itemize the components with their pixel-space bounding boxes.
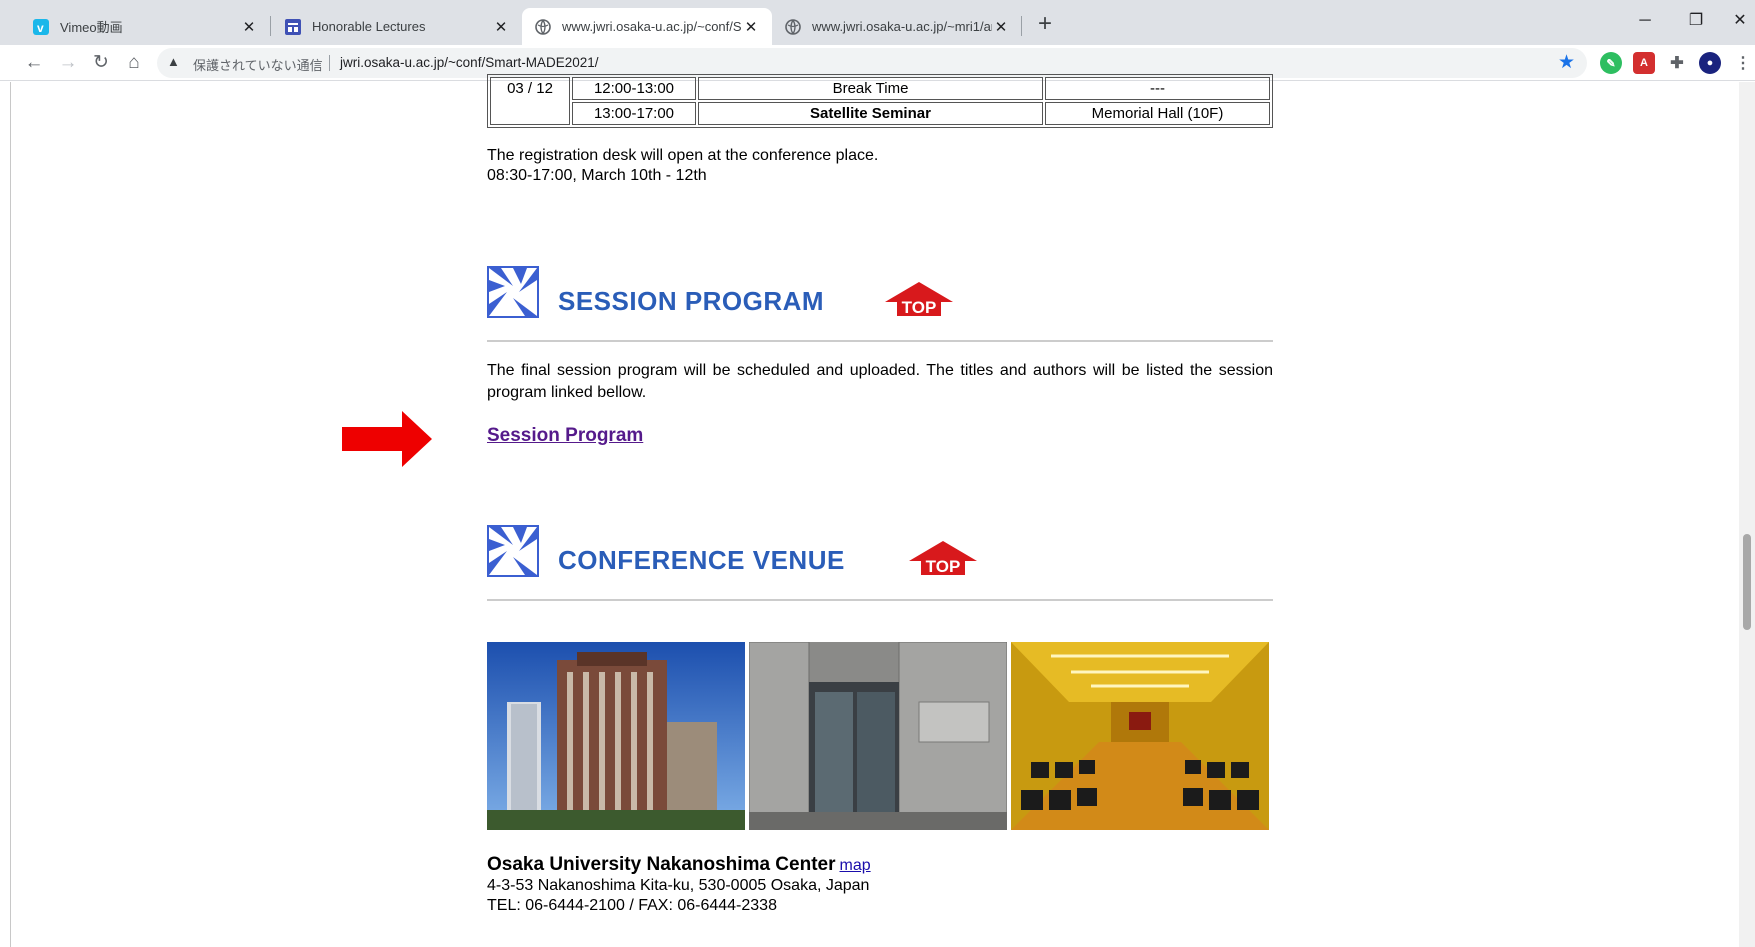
back-button[interactable]: ←	[20, 49, 48, 77]
place-cell: ---	[1045, 77, 1270, 100]
home-button[interactable]: ⌂	[120, 49, 148, 77]
place-cell: Memorial Hall (10F)	[1045, 102, 1270, 125]
top-button[interactable]: TOP	[883, 280, 955, 320]
svg-text:v: v	[37, 21, 44, 35]
building-photo	[487, 642, 745, 830]
window-edge	[10, 82, 11, 947]
scrollbar[interactable]	[1739, 82, 1755, 947]
restore-button[interactable]: ❐	[1673, 6, 1719, 36]
reload-button[interactable]: ↻	[87, 49, 115, 77]
registration-hours: 08:30-17:00, March 10th - 12th	[487, 167, 707, 184]
phone-line: TEL: 06-6444-2100 / FAX: 06-6444-2338	[487, 897, 777, 914]
venue-address: 4-3-53 Nakanoshima Kita-ku, 530-0005 Osa…	[487, 876, 869, 916]
url-text[interactable]: jwri.osaka-u.ac.jp/~conf/Smart-MADE2021/	[340, 55, 598, 70]
close-icon[interactable]: ✕	[492, 18, 510, 36]
table-row: 13:00-17:00 Satellite Seminar Memorial H…	[490, 102, 1270, 125]
conference-venue-header: CONFERENCE VENUE TOP	[487, 525, 1273, 601]
evernote-icon[interactable]: ✎	[1600, 52, 1622, 74]
time-cell: 13:00-17:00	[572, 102, 696, 125]
entrance-photo	[749, 642, 1007, 830]
session-program-text: The final session program will be schedu…	[487, 362, 1273, 401]
extensions-puzzle-icon[interactable]: ✚	[1666, 52, 1688, 74]
warning-icon[interactable]: ▲	[167, 54, 180, 69]
map-link[interactable]: map	[840, 857, 871, 874]
tab-smart-made[interactable]: www.jwri.osaka-u.ac.jp/~conf/Sm ✕	[522, 8, 772, 45]
tab-mri1[interactable]: www.jwri.osaka-u.ac.jp/~mri1/an ✕	[772, 8, 1022, 45]
registration-line: The registration desk will open at the c…	[487, 147, 879, 164]
omnibox-divider	[329, 55, 330, 71]
minimize-button[interactable]: ─	[1622, 6, 1668, 36]
globe-icon	[784, 18, 802, 36]
venue-photos	[487, 642, 1273, 832]
menu-icon[interactable]: ⋮	[1732, 52, 1754, 74]
bookmark-star-icon[interactable]: ★	[1558, 51, 1575, 74]
pdf-icon[interactable]: A	[1633, 52, 1655, 74]
vimeo-icon: v	[32, 18, 50, 36]
page-viewport: 03 / 12 12:00-13:00 Break Time --- 13:00…	[0, 74, 1755, 947]
top-label: TOP	[926, 557, 961, 576]
tab-vimeo[interactable]: v Vimeo動画 ✕	[20, 8, 270, 45]
red-arrow-annotation	[342, 411, 432, 467]
profile-avatar[interactable]: ●	[1699, 52, 1721, 74]
close-icon[interactable]: ✕	[992, 18, 1010, 36]
tab-title: Vimeo動画	[60, 20, 123, 35]
event-cell: Satellite Seminar	[698, 102, 1043, 125]
table-row: 03 / 12 12:00-13:00 Break Time ---	[490, 77, 1270, 125]
new-tab-button[interactable]: +	[1032, 10, 1058, 40]
globe-icon	[534, 18, 552, 36]
tab-title: Honorable Lectures	[312, 19, 426, 34]
tab-separator	[1021, 16, 1022, 36]
schedule-table: 03 / 12 12:00-13:00 Break Time --- 13:00…	[487, 74, 1273, 128]
venue-title: Osaka University Nakanoshima Center	[487, 854, 836, 875]
top-button[interactable]: TOP	[907, 539, 979, 579]
tab-honorable-lectures[interactable]: Honorable Lectures ✕	[272, 8, 522, 45]
address-line: 4-3-53 Nakanoshima Kita-ku, 530-0005 Osa…	[487, 877, 870, 894]
close-icon[interactable]: ✕	[240, 18, 258, 36]
scrollbar-thumb[interactable]	[1743, 534, 1751, 630]
page-icon	[284, 18, 302, 36]
top-label: TOP	[902, 298, 937, 317]
registration-info: The registration desk will open at the c…	[487, 146, 878, 186]
security-label[interactable]: 保護されていない通信	[193, 55, 323, 74]
tab-title: www.jwri.osaka-u.ac.jp/~mri1/an	[812, 19, 992, 34]
memorial-hall-photo	[1011, 642, 1269, 830]
tab-separator	[270, 16, 271, 36]
venue-name: Osaka University Nakanoshima Center map	[487, 854, 871, 876]
close-icon[interactable]: ✕	[742, 18, 760, 36]
close-window-button[interactable]: ✕	[1717, 6, 1755, 36]
session-program-header: SESSION PROGRAM TOP	[487, 266, 1273, 342]
section-title: CONFERENCE VENUE	[558, 545, 845, 575]
section-logo-icon	[487, 266, 539, 318]
tab-title: www.jwri.osaka-u.ac.jp/~conf/Sm	[562, 19, 742, 34]
date-cell: 03 / 12	[490, 77, 570, 125]
time-cell: 12:00-13:00	[572, 77, 696, 100]
section-logo-icon	[487, 525, 539, 577]
forward-button[interactable]: →	[54, 49, 82, 77]
tab-strip: v Vimeo動画 ✕ Honorable Lectures ✕ www.jwr…	[0, 0, 1755, 45]
section-title: SESSION PROGRAM	[558, 286, 825, 316]
event-cell: Break Time	[698, 77, 1043, 100]
session-program-link[interactable]: Session Program	[487, 425, 643, 447]
